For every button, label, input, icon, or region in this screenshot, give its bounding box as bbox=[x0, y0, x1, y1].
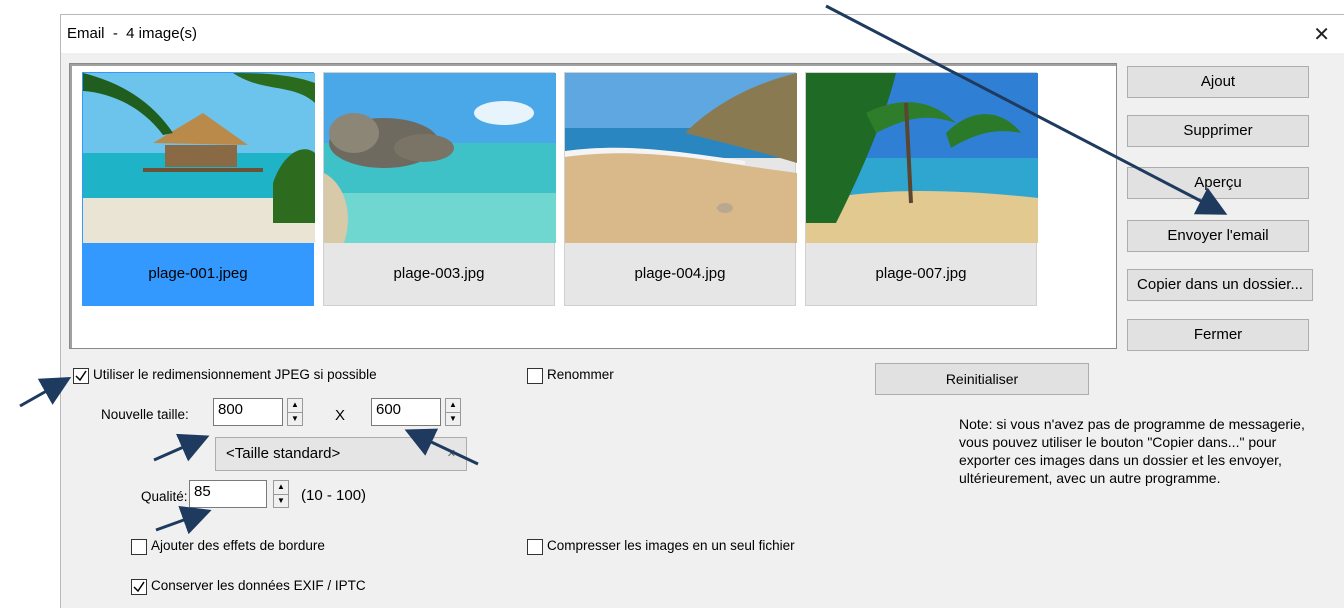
border-effects-label: Ajouter des effets de bordure bbox=[151, 538, 325, 553]
standard-size-dropdown[interactable]: <Taille standard> ✕ bbox=[215, 437, 467, 471]
remove-button[interactable]: Supprimer bbox=[1127, 115, 1309, 147]
spin-down-icon[interactable]: ▼ bbox=[274, 495, 288, 508]
height-spinner[interactable]: ▲ ▼ bbox=[445, 398, 461, 426]
quality-spinner[interactable]: ▲ ▼ bbox=[273, 480, 289, 508]
new-size-label: Nouvelle taille: bbox=[101, 407, 189, 422]
checkmark-icon bbox=[133, 581, 145, 593]
rename-label: Renommer bbox=[547, 367, 614, 382]
compress-single-label: Compresser les images en un seul fichier bbox=[547, 538, 795, 553]
send-email-button[interactable]: Envoyer l'email bbox=[1127, 220, 1309, 252]
standard-size-value: <Taille standard> bbox=[226, 445, 341, 462]
spin-up-icon[interactable]: ▲ bbox=[274, 481, 288, 495]
close-icon[interactable]: ✕ bbox=[1313, 22, 1330, 47]
email-dialog: Email - 4 image(s) ✕ plage-001.jpeg plag… bbox=[60, 14, 1344, 608]
border-effects-checkbox[interactable] bbox=[131, 539, 147, 555]
image-filename: plage-007.jpg bbox=[875, 265, 967, 282]
width-input[interactable]: 800 bbox=[213, 398, 283, 426]
rocky-lagoon-image bbox=[324, 73, 556, 243]
title-bar: Email - 4 image(s) ✕ bbox=[61, 15, 1344, 53]
image-filename: plage-001.jpeg bbox=[148, 265, 248, 282]
beach-hut-image bbox=[83, 73, 315, 243]
add-button[interactable]: Ajout bbox=[1127, 66, 1309, 98]
compress-single-checkbox[interactable] bbox=[527, 539, 543, 555]
quality-range: (10 - 100) bbox=[301, 487, 367, 504]
checkmark-icon bbox=[75, 370, 87, 382]
image-filename: plage-003.jpg bbox=[393, 265, 485, 282]
image-gallery[interactable]: plage-001.jpeg plage-003.jpg plage-004.j… bbox=[69, 63, 1117, 349]
image-thumbnail[interactable]: plage-004.jpg bbox=[564, 72, 797, 306]
reset-button[interactable]: Reinitialiser bbox=[875, 363, 1089, 395]
spin-up-icon[interactable]: ▲ bbox=[446, 399, 460, 413]
size-separator: X bbox=[335, 407, 346, 424]
image-filename: plage-004.jpg bbox=[634, 265, 726, 282]
image-thumbnail[interactable]: plage-007.jpg bbox=[805, 72, 1038, 306]
height-input[interactable]: 600 bbox=[371, 398, 441, 426]
spin-down-icon[interactable]: ▼ bbox=[446, 413, 460, 426]
keep-exif-checkbox[interactable] bbox=[131, 579, 147, 595]
resize-jpeg-label: Utiliser le redimensionnement JPEG si po… bbox=[93, 367, 377, 382]
rename-checkbox[interactable] bbox=[527, 368, 543, 384]
window-title: Email - 4 image(s) bbox=[67, 25, 198, 42]
preview-button[interactable]: Aperçu bbox=[1127, 167, 1309, 199]
chevron-down-icon: ✕ bbox=[446, 448, 456, 460]
width-spinner[interactable]: ▲ ▼ bbox=[287, 398, 303, 426]
quality-label: Qualité: bbox=[141, 489, 188, 504]
copy-to-folder-button[interactable]: Copier dans un dossier... bbox=[1127, 269, 1313, 301]
image-thumbnail[interactable]: plage-001.jpeg bbox=[82, 72, 315, 306]
spin-up-icon[interactable]: ▲ bbox=[288, 399, 302, 413]
quality-input[interactable]: 85 bbox=[189, 480, 267, 508]
close-button[interactable]: Fermer bbox=[1127, 319, 1309, 351]
note-text: Note: si vous n'avez pas de programme de… bbox=[959, 416, 1305, 486]
palm-beach-image bbox=[806, 73, 1038, 243]
sandy-beach-cliff-image bbox=[565, 73, 797, 243]
keep-exif-label: Conserver les données EXIF / IPTC bbox=[151, 578, 366, 593]
resize-jpeg-checkbox[interactable] bbox=[73, 368, 89, 384]
image-thumbnail[interactable]: plage-003.jpg bbox=[323, 72, 556, 306]
spin-down-icon[interactable]: ▼ bbox=[288, 413, 302, 426]
